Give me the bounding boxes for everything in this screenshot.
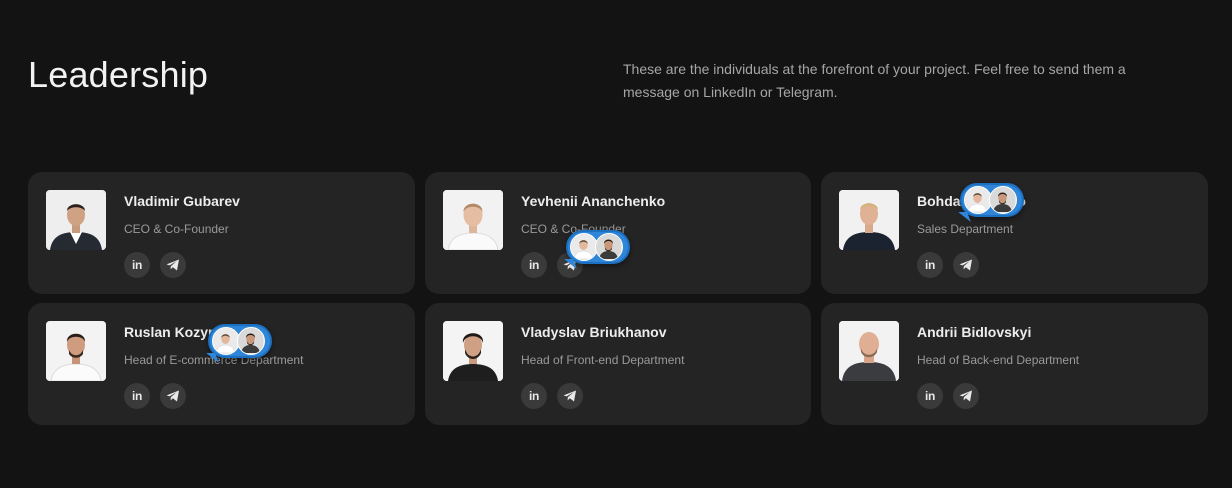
section-title: Leadership xyxy=(28,54,209,95)
member-socials: in xyxy=(124,252,186,278)
member-photo xyxy=(839,190,899,250)
linkedin-button[interactable]: in xyxy=(124,383,150,409)
telegram-icon xyxy=(166,259,179,271)
member-socials: in xyxy=(124,383,186,409)
member-socials: in xyxy=(917,252,979,278)
telegram-button[interactable] xyxy=(160,252,186,278)
linkedin-icon: in xyxy=(528,389,540,403)
linkedin-icon: in xyxy=(131,258,143,272)
member-photo xyxy=(46,190,106,250)
chat-bubble[interactable] xyxy=(208,324,272,358)
linkedin-button[interactable]: in xyxy=(917,252,943,278)
member-role: CEO & Co-Founder xyxy=(124,222,229,236)
telegram-icon xyxy=(166,390,179,402)
member-card: Ruslan Kozyrev Head of E-commerce Depart… xyxy=(28,303,415,425)
linkedin-icon: in xyxy=(924,258,936,272)
avatar xyxy=(212,327,240,355)
telegram-icon xyxy=(563,390,576,402)
telegram-icon xyxy=(959,259,972,271)
member-photo xyxy=(46,321,106,381)
avatar xyxy=(237,327,265,355)
member-card: Vladyslav Briukhanov Head of Front-end D… xyxy=(425,303,811,425)
member-photo xyxy=(839,321,899,381)
section-description: These are the individuals at the forefro… xyxy=(623,61,1126,100)
telegram-icon xyxy=(959,390,972,402)
telegram-button[interactable] xyxy=(953,252,979,278)
member-role: Head of Back-end Department xyxy=(917,353,1080,367)
member-photo xyxy=(443,321,503,381)
linkedin-button[interactable]: in xyxy=(917,383,943,409)
telegram-button[interactable] xyxy=(953,383,979,409)
linkedin-button[interactable]: in xyxy=(521,252,547,278)
member-name: Vladimir Gubarev xyxy=(124,193,240,209)
member-socials: in xyxy=(917,383,979,409)
member-card: Andrii Bidlovskyi Head of Back-end Depar… xyxy=(821,303,1208,425)
telegram-button[interactable] xyxy=(160,383,186,409)
avatar xyxy=(595,233,623,261)
avatar xyxy=(570,233,598,261)
linkedin-icon: in xyxy=(528,258,540,272)
member-photo xyxy=(443,190,503,250)
member-card: Vladimir Gubarev CEO & Co-Founder in xyxy=(28,172,415,294)
member-name: Andrii Bidlovskyi xyxy=(917,324,1032,340)
linkedin-button[interactable]: in xyxy=(521,383,547,409)
chat-bubble[interactable] xyxy=(960,183,1024,217)
linkedin-icon: in xyxy=(131,389,143,403)
member-name: Vladyslav Briukhanov xyxy=(521,324,667,340)
chat-bubble[interactable] xyxy=(566,230,630,264)
member-name: Yevhenii Ananchenko xyxy=(521,193,666,209)
leadership-grid: Vladimir Gubarev CEO & Co-Founder in Yev… xyxy=(28,172,1208,425)
telegram-button[interactable] xyxy=(557,383,583,409)
avatar xyxy=(964,186,992,214)
leadership-section: Leadership These are the individuals at … xyxy=(0,0,1232,488)
linkedin-icon: in xyxy=(924,389,936,403)
member-role: Sales Department xyxy=(917,222,1014,236)
member-role: Head of Front-end Department xyxy=(521,353,685,367)
avatar xyxy=(989,186,1017,214)
linkedin-button[interactable]: in xyxy=(124,252,150,278)
member-socials: in xyxy=(521,383,583,409)
